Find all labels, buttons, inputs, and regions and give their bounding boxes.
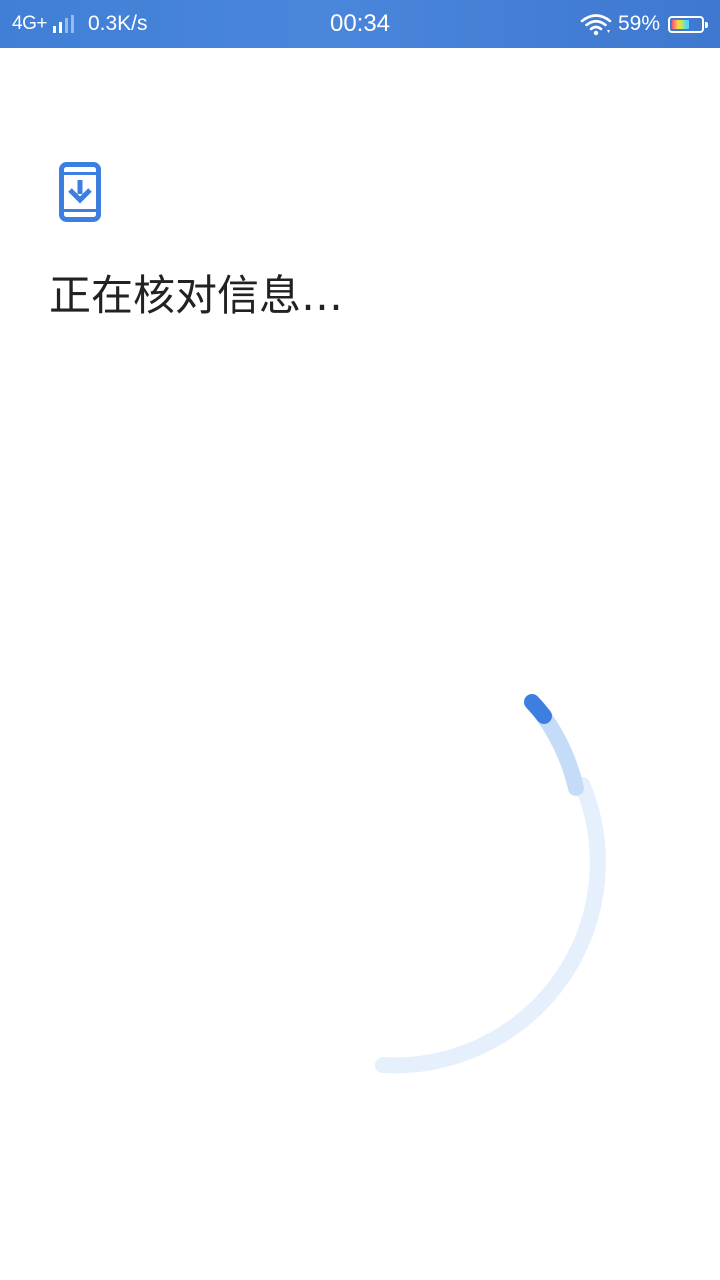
status-bar-right: 59% <box>580 0 708 48</box>
battery-icon <box>668 15 708 33</box>
wifi-icon <box>580 14 612 36</box>
battery-percent: 59% <box>617 12 660 35</box>
status-bar: 4G+ 0.3K/s 00:34 59% <box>0 0 720 48</box>
battery-level <box>672 19 689 29</box>
page-title: 正在核对信息… <box>49 271 344 320</box>
phone-download-icon <box>59 162 101 222</box>
loading-spinner-icon <box>375 694 606 1074</box>
